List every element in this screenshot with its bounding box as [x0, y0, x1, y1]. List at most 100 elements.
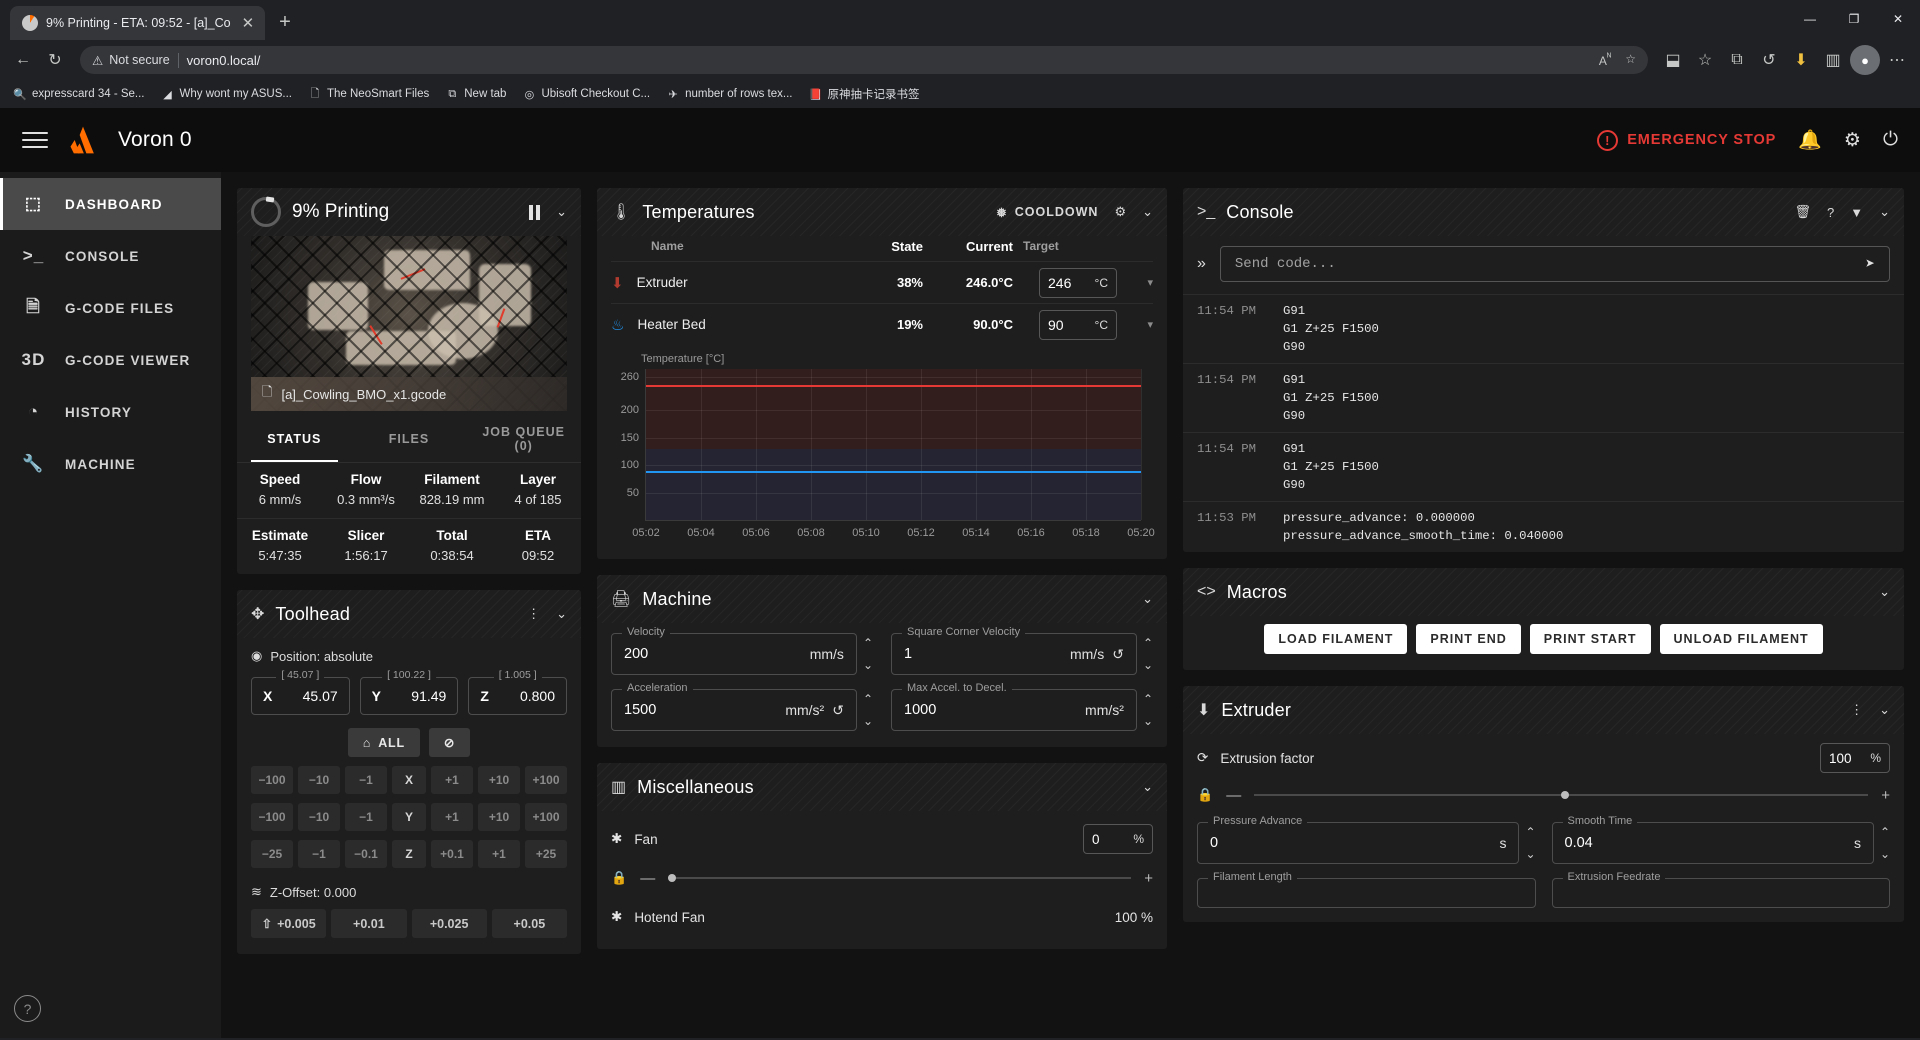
decrease-extrusion-icon[interactable]: — [1226, 787, 1241, 804]
close-window-button[interactable]: ✕ [1876, 2, 1920, 36]
jog-button[interactable]: −1 [345, 766, 387, 794]
notifications-bell-icon[interactable]: 🔔 [1798, 128, 1822, 152]
tab-close-icon[interactable]: ✕ [239, 14, 258, 32]
temperature-target-input[interactable]: 90 °C [1039, 310, 1117, 340]
extrusion-factor-slider[interactable] [1254, 794, 1868, 796]
collapse-macros-chevron-down-icon[interactable]: ⌄ [1879, 584, 1890, 600]
history-icon[interactable]: ↺ [1754, 45, 1784, 75]
smooth-time-stepper[interactable]: ⌃ ⌄ [1880, 826, 1890, 860]
profile-avatar[interactable]: ● [1850, 45, 1880, 75]
favorites-icon[interactable]: ☆ [1690, 45, 1720, 75]
tab-job-queue[interactable]: JOB QUEUE(0) [466, 415, 581, 462]
pressure-advance-up-icon[interactable]: ⌃ [1525, 826, 1535, 838]
lock-icon[interactable]: 🔒 [611, 870, 627, 886]
increase-fan-icon[interactable]: + [1144, 870, 1153, 887]
jog-button[interactable]: −1 [345, 803, 387, 831]
add-favorite-icon[interactable]: ☆ [1625, 52, 1636, 68]
macro-button-load-filament[interactable]: LOAD FILAMENT [1264, 624, 1407, 654]
new-tab-button[interactable]: + [265, 11, 303, 40]
stepper-down-icon[interactable]: ⌄ [1143, 659, 1153, 671]
jog-button[interactable]: −100 [251, 766, 293, 794]
address-bar[interactable]: ⚠ Not secure voron0.local/ Aᴺ ☆ [80, 46, 1648, 74]
jog-button[interactable]: +10 [478, 803, 520, 831]
macro-button-unload-filament[interactable]: UNLOAD FILAMENT [1660, 624, 1823, 654]
maximize-button[interactable]: ❐ [1832, 2, 1876, 36]
collapse-temperatures-chevron-down-icon[interactable]: ⌄ [1142, 204, 1153, 220]
pressure-advance-stepper[interactable]: ⌃ ⌄ [1525, 826, 1535, 860]
menu-hamburger-icon[interactable] [22, 127, 48, 153]
collapse-console-chevron-down-icon[interactable]: ⌄ [1879, 204, 1890, 220]
sidebar-item-dashboard[interactable]: ⬚ DASHBOARD [0, 178, 221, 230]
collapse-toolhead-chevron-down-icon[interactable]: ⌄ [556, 606, 567, 622]
jog-button[interactable]: −0.1 [345, 840, 387, 868]
downloads-icon[interactable]: ⬇ [1786, 45, 1816, 75]
sidebar-item-machine[interactable]: 🔧 MACHINE [0, 438, 221, 490]
reset-icon[interactable]: ↺ [832, 702, 844, 719]
smooth-time-up-icon[interactable]: ⌃ [1880, 826, 1890, 838]
reload-icon[interactable]: ↻ [40, 45, 70, 75]
extruder-more-menu-icon[interactable]: ⋮ [1850, 702, 1863, 718]
tab-status[interactable]: STATUS [237, 415, 352, 462]
machine-field-stepper[interactable]: ⌃ ⌄ [1143, 637, 1153, 671]
stepper-up-icon[interactable]: ⌃ [863, 693, 873, 705]
power-icon[interactable]: ⏻ [1883, 129, 1898, 151]
temperature-preset-chevron-down-icon[interactable]: ▾ [1117, 276, 1153, 289]
jog-button[interactable]: +1 [431, 766, 473, 794]
console-send-code-input[interactable]: Send code... ➤ [1220, 246, 1890, 282]
toolhead-more-menu-icon[interactable]: ⋮ [527, 606, 540, 622]
bookmark-item[interactable]: 🗋 The NeoSmart Files [301, 84, 436, 104]
stepper-up-icon[interactable]: ⌃ [1143, 637, 1153, 649]
fan-slider-handle[interactable] [668, 874, 676, 882]
send-icon[interactable]: ➤ [1865, 254, 1875, 274]
apps-icon[interactable]: ▥ [1818, 45, 1848, 75]
jog-button[interactable]: +10 [478, 766, 520, 794]
console-filter-icon[interactable]: ▼ [1850, 205, 1863, 220]
home-all-button[interactable]: ⌂ ALL [348, 728, 420, 757]
sidebar-item-history[interactable]: ◔ HISTORY [0, 386, 221, 438]
z-offset-button[interactable]: +0.025 [412, 909, 487, 938]
jog-button[interactable]: −10 [298, 803, 340, 831]
extrusion-feedrate-input[interactable]: Extrusion Feedrate [1552, 878, 1891, 908]
machine-input-square-corner-velocity[interactable]: Square Corner Velocity 1 mm/s↺ [891, 633, 1137, 675]
jog-button[interactable]: +0.1 [431, 840, 473, 868]
minimize-button[interactable]: — [1788, 2, 1832, 36]
macro-button-print-end[interactable]: PRINT END [1416, 624, 1520, 654]
collections-icon[interactable]: ⧉ [1722, 45, 1752, 75]
read-aloud-icon[interactable]: Aᴺ [1599, 52, 1611, 68]
bookmark-item[interactable]: ◢ Why wont my ASUS... [154, 84, 299, 104]
temperature-preset-chevron-down-icon[interactable]: ▾ [1117, 318, 1153, 331]
collapse-extruder-chevron-down-icon[interactable]: ⌄ [1879, 702, 1890, 718]
macro-button-print-start[interactable]: PRINT START [1530, 624, 1651, 654]
bookmark-item[interactable]: ◎ Ubisoft Checkout C... [515, 84, 657, 104]
machine-input-velocity[interactable]: Velocity 200 mm/s [611, 633, 857, 675]
stepper-down-icon[interactable]: ⌄ [863, 659, 873, 671]
cooldown-button[interactable]: ❅ COOLDOWN [996, 205, 1098, 220]
console-help-icon[interactable]: ? [1827, 205, 1834, 220]
settings-gear-icon[interactable]: ⚙ [1844, 129, 1861, 152]
machine-input-max-accel-to-decel-[interactable]: Max Accel. to Decel. 1000 mm/s² [891, 689, 1137, 731]
increase-extrusion-icon[interactable]: + [1881, 787, 1890, 804]
fan-value-box[interactable]: 0 % [1083, 824, 1153, 854]
help-icon[interactable]: ? [14, 995, 41, 1022]
stepper-down-icon[interactable]: ⌄ [1143, 715, 1153, 727]
jog-button[interactable]: −25 [251, 840, 293, 868]
sidebar-item-g-code-viewer[interactable]: 3D G-CODE VIEWER [0, 334, 221, 386]
bookmark-item[interactable]: 🔍 expresscard 34 - Se... [6, 84, 152, 104]
tab-files[interactable]: FILES [352, 415, 467, 462]
jog-button[interactable]: +100 [525, 766, 567, 794]
emergency-stop-button[interactable]: ! EMERGENCY STOP [1597, 130, 1776, 151]
smooth-time-down-icon[interactable]: ⌄ [1880, 848, 1890, 860]
axis-readout-x[interactable]: [ 45.07 ] X 45.07 [251, 677, 350, 715]
clear-console-trash-icon[interactable]: 🗑 [1794, 204, 1811, 220]
machine-field-stepper[interactable]: ⌃ ⌄ [1143, 693, 1153, 727]
jog-button[interactable]: −100 [251, 803, 293, 831]
temperatures-settings-gear-icon[interactable]: ⚙ [1114, 204, 1126, 220]
not-secure-indicator[interactable]: ⚠ Not secure [92, 53, 170, 68]
collapse-machine-chevron-down-icon[interactable]: ⌄ [1142, 591, 1153, 607]
z-offset-button[interactable]: ⇧+0.005 [251, 909, 326, 938]
jog-button[interactable]: +1 [431, 803, 473, 831]
axis-readout-z[interactable]: [ 1.005 ] Z 0.800 [468, 677, 567, 715]
filament-length-input[interactable]: Filament Length [1197, 878, 1536, 908]
bookmark-item[interactable]: ⧉ New tab [438, 84, 513, 104]
stepper-up-icon[interactable]: ⌃ [1143, 693, 1153, 705]
